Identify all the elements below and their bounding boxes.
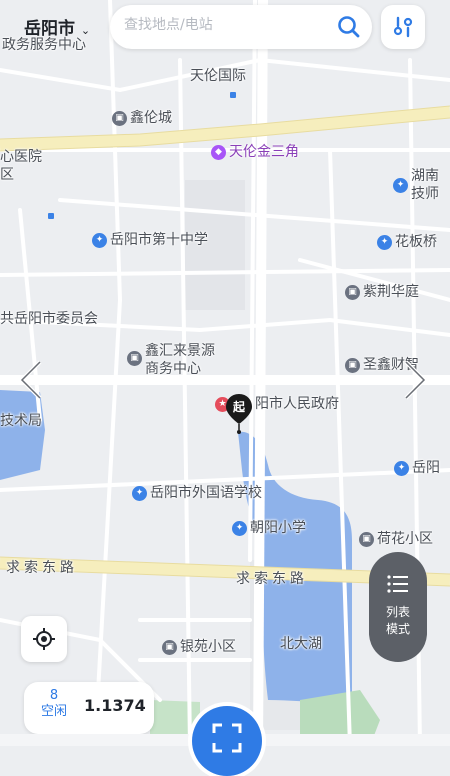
building-icon: ▣: [162, 639, 177, 655]
locate-button[interactable]: [21, 616, 67, 662]
building-icon: ▣: [112, 110, 127, 126]
road-label: 求索东路: [6, 560, 78, 576]
crosshair-icon: [33, 628, 55, 650]
search-icon[interactable]: [336, 14, 362, 40]
road-label: 求索东路: [236, 571, 308, 587]
city-name: 岳阳市: [24, 19, 75, 39]
chevron-right-icon[interactable]: [400, 358, 430, 402]
school-icon: ✦: [132, 485, 147, 501]
search-bar[interactable]: [110, 5, 372, 49]
school-icon: ✦: [232, 520, 247, 536]
idle-count: 8 空闲: [40, 688, 67, 719]
poi-xinlun[interactable]: ▣ 鑫伦城: [112, 109, 172, 127]
map-label: 共岳阳市委员会: [0, 311, 98, 327]
poi-huaban[interactable]: ✦ 花板桥: [377, 233, 437, 251]
list-mode-label: 列表 模式: [385, 605, 410, 636]
poi-xinhui[interactable]: ▣ 鑫汇来景源 商务中心: [127, 342, 215, 378]
city-selector[interactable]: 岳阳市 ⌄: [24, 14, 90, 39]
poi-chaoyang[interactable]: ✦ 朝阳小学: [232, 519, 306, 537]
building-icon: ▣: [127, 351, 142, 366]
school-icon: ✦: [377, 234, 392, 250]
filter-icon: [393, 16, 413, 38]
chevron-left-icon[interactable]: [16, 358, 46, 402]
poi-yinyuan[interactable]: ▣ 银苑小区: [162, 638, 236, 656]
poi-school-10[interactable]: ✦ 岳阳市第十中学: [92, 231, 208, 249]
start-marker[interactable]: 起: [224, 392, 254, 434]
poi-zijing[interactable]: ▣ 紫荆华庭: [345, 283, 419, 301]
map-label: 区: [0, 167, 14, 183]
price-value: 1.1374: [84, 696, 146, 715]
map-label: 心医院: [0, 149, 42, 165]
poi-foreign-school[interactable]: ✦ 岳阳市外国语学校: [132, 484, 262, 502]
poi-tianlun-sanjiao[interactable]: ◆ 天伦金三角: [211, 143, 299, 161]
map-label: 北大湖: [280, 636, 322, 652]
map-marker-dot: [230, 92, 236, 98]
start-marker-label: 起: [232, 400, 245, 414]
list-icon: [387, 575, 408, 593]
station-stats-card[interactable]: 8 空闲 1.1374: [24, 682, 154, 734]
map-marker-dot: [48, 213, 54, 219]
school-icon: ✦: [393, 177, 408, 193]
top-bar: 岳阳市 ⌄: [0, 0, 450, 56]
map-label: 天伦国际: [190, 68, 246, 84]
list-mode-button[interactable]: 列表 模式: [369, 552, 427, 662]
shopping-icon: ◆: [211, 144, 226, 160]
building-icon: ▣: [359, 531, 374, 547]
search-input[interactable]: [122, 16, 326, 34]
building-icon: ▣: [345, 357, 360, 373]
building-icon: ▣: [345, 284, 360, 300]
poi-hunan-tech[interactable]: ✦ 湖南 技师: [393, 167, 439, 203]
map-label: 技术局: [0, 413, 42, 429]
filter-button[interactable]: [381, 5, 425, 49]
school-icon: ✦: [394, 460, 409, 476]
school-icon: ✦: [92, 232, 107, 248]
poi-yueyang-right[interactable]: ✦ 岳阳: [394, 459, 440, 477]
scan-button[interactable]: [192, 706, 262, 776]
chevron-down-icon: ⌄: [80, 24, 91, 37]
poi-hehua[interactable]: ▣ 荷花小区: [359, 530, 433, 548]
scan-icon: [212, 723, 242, 753]
